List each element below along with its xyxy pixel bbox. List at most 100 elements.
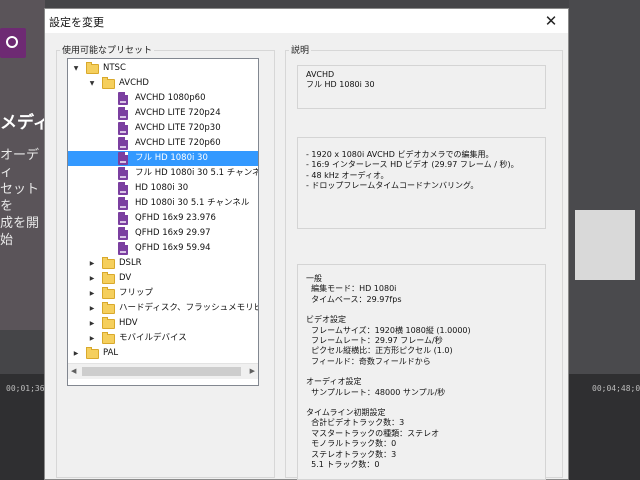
settings-line: フレームレート：29.97 フレーム/秒 xyxy=(306,336,443,346)
tree-preset-item[interactable]: HD 1080i 30 xyxy=(68,181,258,196)
tree-folder-item[interactable]: ▶ ハードディスク、フラッシュメモリビデオ ... xyxy=(68,301,258,316)
preset-icon xyxy=(118,167,128,180)
settings-line: 合計ビデオトラック数：3 xyxy=(306,418,405,428)
tree-preset-item[interactable]: AVCHD LITE 720p24 xyxy=(68,106,258,121)
scrollbar-thumb[interactable] xyxy=(82,367,241,376)
settings-line xyxy=(306,305,537,315)
folder-icon xyxy=(102,272,115,284)
description-label: 説明 xyxy=(289,43,312,56)
tree-item-label: HDV xyxy=(119,318,138,328)
settings-line: 編集モード：HD 1080i xyxy=(306,284,397,294)
tree-horizontal-scrollbar[interactable]: ◀ ▶ xyxy=(68,363,258,379)
collapsed-arrow-icon[interactable]: ▶ xyxy=(88,271,96,286)
preset-icon xyxy=(118,122,128,135)
settings-line: ビデオ設定 xyxy=(306,315,346,325)
tree-preset-item[interactable]: フル HD 1080i 30 5.1 チャンネル xyxy=(68,166,258,181)
timeline-timecode-right: 00;04;48;08 xyxy=(592,384,640,393)
tree-folder-item[interactable]: ▼ NTSC xyxy=(68,61,258,76)
tree-preset-item[interactable]: QFHD 16x9 59.94 xyxy=(68,241,258,256)
tree-item-label: フル HD 1080i 30 5.1 チャンネル xyxy=(135,168,259,178)
preset-icon xyxy=(118,107,128,120)
expanded-arrow-icon[interactable]: ▼ xyxy=(88,76,96,91)
settings-line xyxy=(306,367,537,377)
settings-line: サンプルレート：48000 サンプル/秒 xyxy=(306,387,446,397)
preset-name: フル HD 1080i 30 xyxy=(306,80,375,90)
folder-icon xyxy=(102,257,115,269)
tree-folder-item[interactable]: ▶ PAL xyxy=(68,346,258,361)
settings-line: フレームサイズ：1920横 1080縦 (1.0000) xyxy=(306,325,471,335)
scroll-right-icon[interactable]: ▶ xyxy=(250,367,255,375)
folder-icon xyxy=(102,332,115,344)
tree-item-label: QFHD 16x9 23.976 xyxy=(135,213,216,223)
preset-settings-panel: 一般 編集モード：HD 1080i タイムベース：29.97fps ビデオ設定 フ… xyxy=(297,264,546,480)
preset-name-panel: AVCHD フル HD 1080i 30 xyxy=(297,65,546,109)
tree-item-label: QFHD 16x9 29.97 xyxy=(135,228,211,238)
preset-icon xyxy=(118,197,128,210)
folder-icon xyxy=(102,317,115,329)
close-button[interactable]: ✕ xyxy=(540,11,562,31)
background-right-inner xyxy=(575,210,635,280)
preset-icon xyxy=(118,212,128,225)
folder-icon xyxy=(102,302,115,314)
background-text: オーディ セットを 成を開始 xyxy=(0,148,40,248)
tree-item-label: NTSC xyxy=(103,63,126,73)
tree-preset-item[interactable]: HD 1080i 30 5.1 チャンネル xyxy=(68,196,258,211)
folder-icon xyxy=(86,347,99,359)
collapsed-arrow-icon[interactable]: ▶ xyxy=(88,301,96,316)
tree-preset-item[interactable]: フル HD 1080i 30 xyxy=(68,151,258,166)
collapsed-arrow-icon[interactable]: ▶ xyxy=(88,256,96,271)
preset-icon xyxy=(118,92,128,105)
folder-icon xyxy=(102,287,115,299)
tree-preset-item[interactable]: QFHD 16x9 29.97 xyxy=(68,226,258,241)
tree-item-label: AVCHD LITE 720p24 xyxy=(135,108,221,118)
tree-item-label: AVCHD LITE 720p60 xyxy=(135,138,221,148)
detail-line: - 1920 x 1080i AVCHD ビデオカメラでの編集用。 xyxy=(306,150,494,159)
tree-item-label: AVCHD xyxy=(119,78,149,88)
settings-line xyxy=(306,398,537,408)
scroll-left-icon[interactable]: ◀ xyxy=(71,367,76,375)
preset-category: AVCHD xyxy=(306,70,335,79)
detail-line: - ドロップフレームタイムコードナンバリング。 xyxy=(306,181,479,191)
tree-item-label: PAL xyxy=(103,348,119,358)
preset-icon xyxy=(118,152,128,165)
tree-item-label: ハードディスク、フラッシュメモリビデオ ... xyxy=(119,303,258,313)
detail-line: - 48 kHz オーディオ。 xyxy=(306,170,389,180)
preset-tree[interactable]: ▼ NTSC ▼ AVCHD AVCHD 1080p60 AVCHD LITE 720p2… xyxy=(67,58,259,386)
tree-item-label: QFHD 16x9 59.94 xyxy=(135,243,211,253)
app-logo-icon xyxy=(0,28,26,58)
settings-line: ステレオトラック数：3 xyxy=(306,449,397,459)
expanded-arrow-icon[interactable]: ▼ xyxy=(72,61,80,76)
preset-icon xyxy=(118,182,128,195)
tree-item-label: AVCHD LITE 720p30 xyxy=(135,123,221,133)
tree-preset-item[interactable]: AVCHD 1080p60 xyxy=(68,91,258,106)
tree-preset-item[interactable]: AVCHD LITE 720p30 xyxy=(68,121,258,136)
preset-icon xyxy=(118,242,128,255)
tree-item-label: AVCHD 1080p60 xyxy=(135,93,206,103)
tree-item-label: HD 1080i 30 5.1 チャンネル xyxy=(135,198,250,208)
tree-preset-item[interactable]: QFHD 16x9 23.976 xyxy=(68,211,258,226)
settings-line: 5.1 トラック数：0 xyxy=(306,460,380,470)
preset-icon xyxy=(118,137,128,150)
tree-folder-item[interactable]: ▼ AVCHD xyxy=(68,76,258,91)
dialog-titlebar: 設定を変更 ✕ xyxy=(45,9,568,33)
tree-preset-item[interactable]: AVCHD LITE 720p60 xyxy=(68,136,258,151)
collapsed-arrow-icon[interactable]: ▶ xyxy=(88,316,96,331)
tree-folder-item[interactable]: ▶ DV xyxy=(68,271,258,286)
settings-line: マスタートラックの種類：ステレオ xyxy=(306,428,440,438)
tree-item-label: モバイルデバイス xyxy=(119,333,187,343)
preset-icon xyxy=(118,227,128,240)
tree-folder-item[interactable]: ▶ モバイルデバイス xyxy=(68,331,258,346)
timeline-timecode-left: 00;01;36; xyxy=(6,384,50,393)
settings-line: ピクセル縦横比：正方形ピクセル (1.0) xyxy=(306,346,453,356)
folder-icon xyxy=(86,62,99,74)
tree-item-label: フル HD 1080i 30 xyxy=(135,153,208,163)
settings-line: フィールド：奇数フィールドから xyxy=(306,356,431,366)
collapsed-arrow-icon[interactable]: ▶ xyxy=(88,331,96,346)
tree-item-label: DSLR xyxy=(119,258,142,268)
tree-item-label: フリップ xyxy=(119,288,154,298)
collapsed-arrow-icon[interactable]: ▶ xyxy=(72,346,80,361)
collapsed-arrow-icon[interactable]: ▶ xyxy=(88,286,96,301)
tree-folder-item[interactable]: ▶ フリップ xyxy=(68,286,258,301)
tree-folder-item[interactable]: ▶ HDV xyxy=(68,316,258,331)
tree-folder-item[interactable]: ▶ DSLR xyxy=(68,256,258,271)
